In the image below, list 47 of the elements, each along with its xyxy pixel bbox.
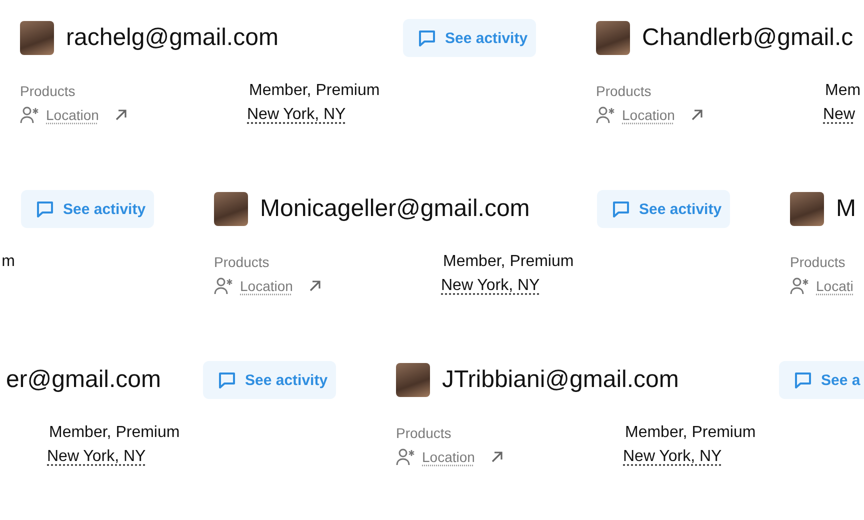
membership-text: Member, Premium xyxy=(624,424,757,442)
membership-text: Mem xyxy=(824,82,862,100)
email-address: Chandlerb@gmail.c xyxy=(642,24,854,52)
city-text: New York, NY xyxy=(441,277,541,295)
user-icon xyxy=(596,106,616,124)
membership-text: Member, Premium xyxy=(442,253,575,271)
city-text: New xyxy=(823,106,856,124)
products-label: Products xyxy=(790,254,846,270)
membership-text: Member, Premium xyxy=(248,82,381,100)
city-text: New York, NY xyxy=(623,448,723,466)
email-address: M xyxy=(836,195,857,223)
location-link[interactable]: Location xyxy=(240,278,293,294)
see-activity-button[interactable]: See activity xyxy=(403,19,536,57)
location-link[interactable]: Location xyxy=(622,107,675,123)
see-activity-button[interactable]: See activity xyxy=(203,361,336,399)
photo-placeholder xyxy=(214,192,248,226)
products-label: Products xyxy=(596,83,652,99)
photo-placeholder xyxy=(596,21,630,55)
chat-bubble-icon xyxy=(611,199,631,219)
chat-bubble-icon xyxy=(217,370,237,390)
membership-text: m xyxy=(0,253,16,271)
membership-text: Member, Premium xyxy=(48,424,181,442)
see-activity-button[interactable]: See activity xyxy=(597,190,730,228)
city-text: New York, NY xyxy=(47,448,147,466)
photo-placeholder xyxy=(790,192,824,226)
user-icon xyxy=(20,106,40,124)
products-label: Products xyxy=(20,83,76,99)
chat-bubble-icon xyxy=(417,28,437,48)
email-address: rachelg@gmail.com xyxy=(66,24,280,52)
email-address: JTribbiani@gmail.com xyxy=(442,366,680,394)
products-label: Products xyxy=(396,425,452,441)
location-link[interactable]: Location xyxy=(46,107,99,123)
user-icon xyxy=(396,448,416,466)
photo-placeholder xyxy=(20,21,54,55)
see-activity-button[interactable]: See activity xyxy=(21,190,154,228)
photo-placeholder xyxy=(396,363,430,397)
email-address: Monicageller@gmail.com xyxy=(260,195,531,223)
products-label: Products xyxy=(214,254,270,270)
user-icon xyxy=(214,277,234,295)
location-link[interactable]: Locati xyxy=(816,278,854,294)
chat-bubble-icon xyxy=(35,199,55,219)
chat-bubble-icon xyxy=(793,370,813,390)
user-icon xyxy=(790,277,810,295)
see-activity-button[interactable]: See a xyxy=(779,361,864,399)
city-text: New York, NY xyxy=(247,106,347,124)
email-address: er@gmail.com xyxy=(6,366,162,394)
location-link[interactable]: Location xyxy=(422,449,475,465)
